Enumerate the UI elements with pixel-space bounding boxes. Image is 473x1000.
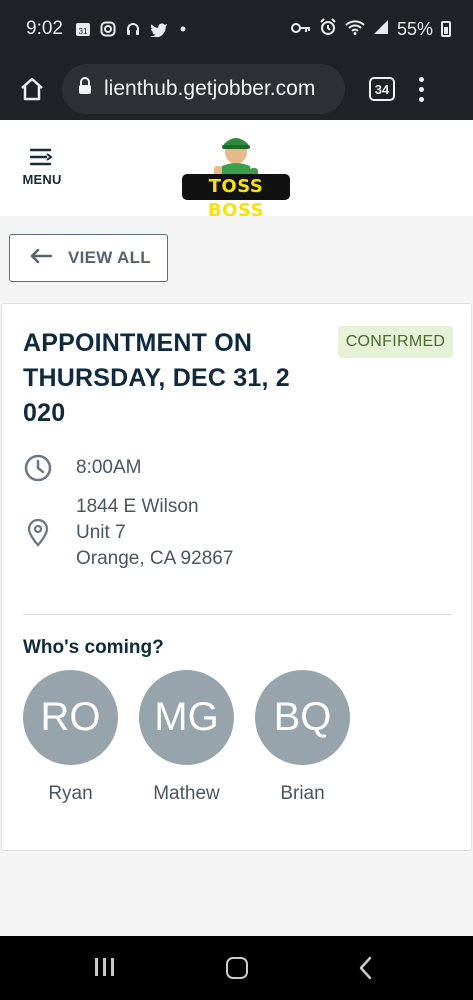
attendee-item: BQ Brian (255, 670, 350, 805)
url-text: lienthub.getjobber.com (104, 77, 316, 100)
browser-toolbar: lienthub.getjobber.com 34 (0, 58, 473, 120)
appointment-card: APPOINTMENT ON THURSDAY, DEC 31, 2 020 C… (1, 303, 472, 851)
menu-label: MENU (22, 172, 62, 187)
svg-text:31: 31 (79, 27, 88, 36)
attendee-name: Ryan (48, 783, 93, 804)
appointment-time: 8:00AM (76, 457, 142, 478)
avatar: RO (23, 670, 118, 765)
battery-icon (441, 21, 451, 37)
appointment-address[interactable]: 1844 E Wilson Unit 7 Orange, CA 92867 (76, 494, 233, 572)
address-bar[interactable]: lienthub.getjobber.com (62, 64, 345, 114)
address-line-2: Unit 7 (76, 522, 126, 543)
recent-apps-icon[interactable] (95, 958, 114, 976)
wifi-icon (345, 19, 365, 40)
attendees-heading: Who's coming? (23, 637, 164, 658)
attendee-item: MG Mathew (139, 670, 234, 805)
status-time: 9:02 (26, 18, 63, 39)
key-icon (290, 19, 311, 40)
avatar: MG (139, 670, 234, 765)
instagram-icon (100, 21, 116, 37)
back-icon[interactable] (358, 956, 372, 985)
arrow-left-icon (30, 248, 53, 268)
more-options-icon[interactable] (419, 76, 424, 102)
attendee-list: RO Ryan MG Mathew BQ Brian (23, 670, 350, 805)
headset-icon (125, 21, 141, 37)
attendee-item: RO Ryan (23, 670, 118, 805)
lock-icon (78, 77, 92, 101)
view-all-label: VIEW ALL (68, 248, 151, 267)
alarm-icon (319, 17, 337, 41)
system-icons: 55% (290, 17, 451, 41)
battery-percent: 55% (396, 18, 433, 39)
menu-button[interactable]: MENU (20, 148, 64, 187)
attendee-name: Mathew (153, 783, 220, 804)
location-pin-icon (27, 518, 49, 552)
system-nav-bar (0, 936, 473, 1000)
site-header: MENU TOSS BOSS (0, 120, 473, 221)
logo-text: TOSS BOSS (207, 176, 265, 221)
view-all-button[interactable]: VIEW ALL (9, 234, 168, 282)
signal-icon (373, 19, 389, 40)
home-button-icon[interactable] (226, 957, 248, 979)
address-line-3: Orange, CA 92867 (76, 548, 234, 569)
attendee-name: Brian (280, 783, 325, 804)
notification-icons: 31 (75, 21, 191, 38)
clock-icon (24, 454, 52, 487)
divider (23, 614, 452, 615)
twitter-icon (149, 21, 167, 38)
appointment-title: APPOINTMENT ON THURSDAY, DEC 31, 2 020 (23, 329, 290, 427)
calendar-icon: 31 (75, 21, 91, 37)
home-icon[interactable] (14, 71, 50, 107)
hamburger-menu-icon (30, 148, 53, 166)
address-line-1: 1844 E Wilson (76, 496, 199, 517)
status-bar: 9:02 31 55% (0, 0, 473, 58)
toss-boss-logo[interactable]: TOSS BOSS (180, 130, 292, 221)
avatar: BQ (255, 670, 350, 765)
tab-switcher-button[interactable]: 34 (369, 77, 395, 101)
dot-icon (175, 21, 191, 37)
status-badge: CONFIRMED (338, 326, 453, 358)
